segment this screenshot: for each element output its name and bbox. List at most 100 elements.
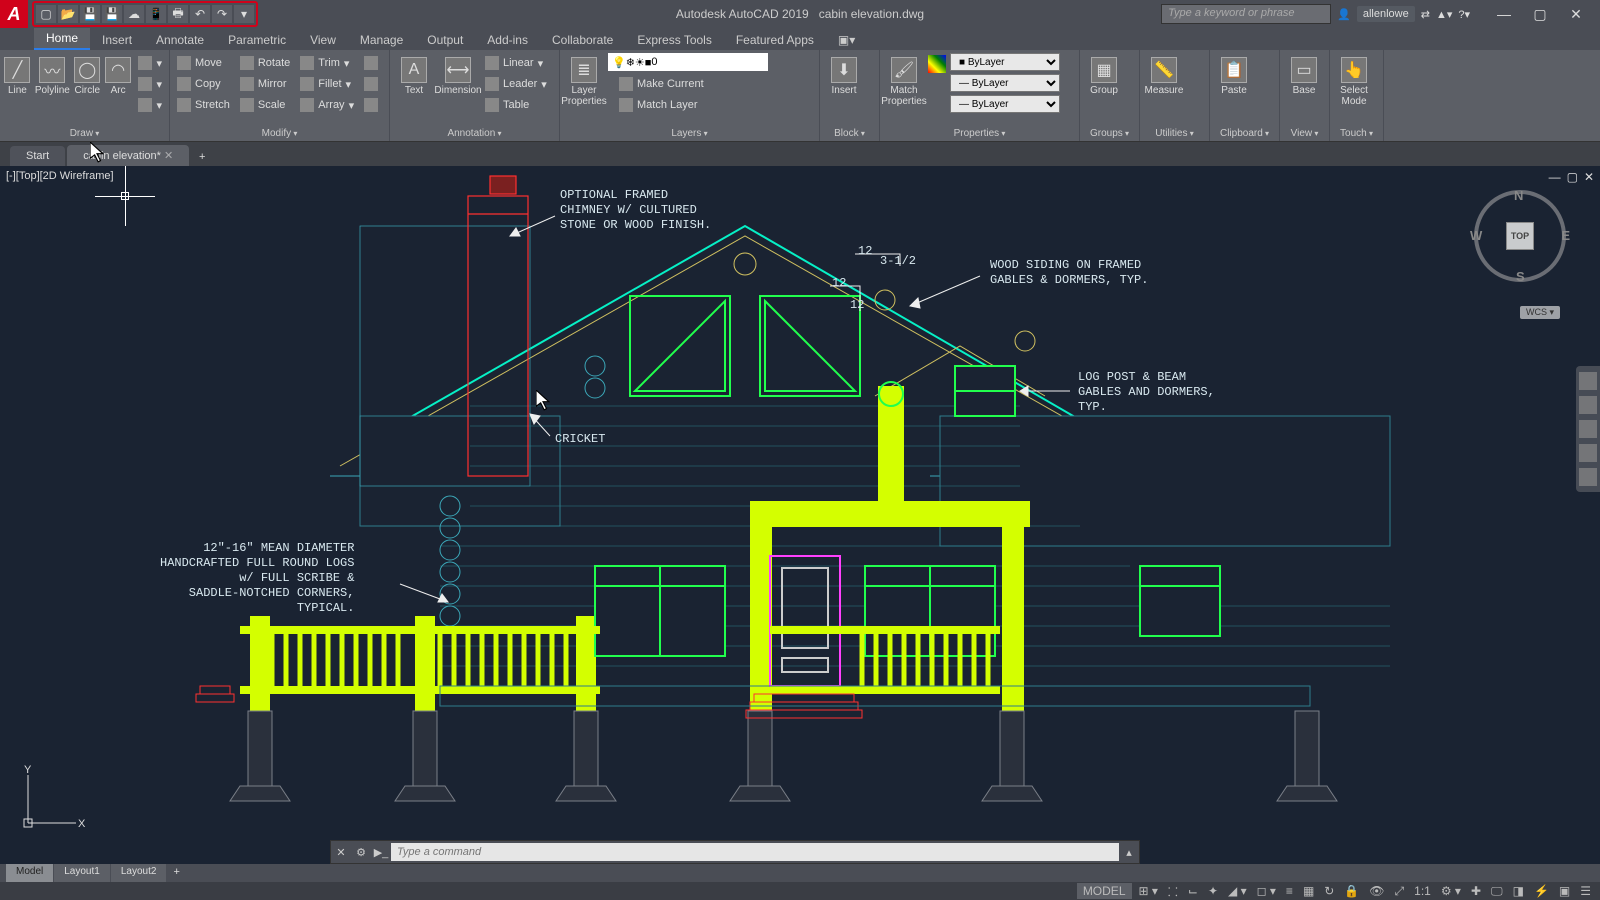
tab-layout1[interactable]: Layout1 [54,864,110,882]
steering-wheel-icon[interactable] [1579,372,1597,390]
search-input[interactable]: Type a keyword or phrase [1161,4,1331,24]
leader-button[interactable]: Leader▾ [482,74,550,94]
web-icon[interactable]: ☁ [124,5,144,23]
scale-label[interactable]: 1:1 [1411,884,1434,898]
ellipse-button[interactable]: ▾ [135,74,165,94]
make-current-button[interactable]: Make Current [616,74,707,94]
exchange-icon[interactable]: ⇄ [1421,8,1430,21]
rectangle-button[interactable]: ▾ [135,53,165,73]
viewcube-e[interactable]: E [1561,228,1570,243]
auto-icon[interactable]: ⤢ [1392,884,1408,899]
cmd-up-icon[interactable]: ▴ [1119,846,1139,859]
tab-manage[interactable]: Manage [348,30,415,50]
showmotion-icon[interactable] [1579,468,1597,486]
new-tab-button[interactable]: + [191,148,213,166]
trim-button[interactable]: Trim▾ [297,53,357,73]
apps-icon[interactable]: ▲▾ [1436,8,1452,21]
snap-icon[interactable]: ⸬ [1165,883,1181,900]
tab-addins[interactable]: Add-ins [475,30,540,50]
cycling-icon[interactable]: ↻ [1321,884,1337,898]
hwacc-icon[interactable]: ⚡ [1531,884,1552,898]
command-input[interactable] [391,843,1119,861]
mirror-button[interactable]: Mirror [237,74,293,94]
close-tab-icon[interactable]: ✕ [164,150,173,162]
match-layer-button[interactable]: Match Layer [616,95,701,115]
panel-layers[interactable]: Layers [564,126,815,141]
command-line[interactable]: ✕ ⚙ ▶_ ▴ [330,840,1140,864]
match-props-button[interactable]: 🖌Match Properties [884,53,924,107]
plus-icon[interactable]: ✚ [1468,884,1484,898]
gear-icon[interactable]: ⚙ ▾ [1438,884,1464,898]
mobile-icon[interactable]: 📱 [146,5,166,23]
panel-touch[interactable]: Touch [1334,126,1379,141]
lineweight-icon[interactable]: ≡ [1283,884,1296,898]
viewcube-n[interactable]: N [1514,188,1523,203]
select-mode-button[interactable]: 👆Select Mode [1334,53,1374,107]
viewcube-s[interactable]: S [1516,269,1525,284]
clean-icon[interactable]: ▣ [1556,884,1573,898]
panel-draw[interactable]: Draw [4,126,165,141]
explode-button[interactable] [361,74,381,94]
viewcube-w[interactable]: W [1470,228,1482,243]
tab-parametric[interactable]: Parametric [216,30,298,50]
polyline-button[interactable]: 〰Polyline [35,53,70,96]
wcs-selector[interactable]: WCS ▾ [1520,306,1560,319]
hatch-button[interactable]: ▾ [135,95,165,115]
cmd-options-icon[interactable]: ⚙ [351,846,371,859]
layer-props-button[interactable]: ≣Layer Properties [564,53,604,107]
circle-button[interactable]: ◯Circle [74,53,101,96]
tab-insert[interactable]: Insert [90,30,144,50]
table-button[interactable]: Table [482,95,550,115]
ortho-icon[interactable]: ⌙ [1185,884,1201,898]
tab-annotate[interactable]: Annotate [144,30,216,50]
help-icon[interactable]: ?▾ [1458,8,1470,21]
copy-button[interactable]: Copy [174,74,233,94]
line-button[interactable]: ╱Line [4,53,31,96]
erase-button[interactable] [361,53,381,73]
grid-icon[interactable]: ⊞ ▾ [1136,884,1161,898]
signin-icon[interactable]: 👤 [1337,8,1351,21]
tab-collaborate[interactable]: Collaborate [540,30,625,50]
offset-button[interactable] [361,95,381,115]
cmd-close-icon[interactable]: ✕ [331,846,351,859]
measure-button[interactable]: 📏Measure [1144,53,1184,96]
insert-button[interactable]: ⬇Insert [824,53,864,96]
tab-view[interactable]: View [298,30,348,50]
panel-groups[interactable]: Groups [1084,126,1135,141]
isodraft-icon[interactable]: ◢ ▾ [1225,884,1250,898]
annoscale-icon[interactable]: 🔒 [1341,884,1362,898]
orbit-icon[interactable] [1579,444,1597,462]
transparency-icon[interactable]: ▦ [1300,884,1317,898]
tab-start[interactable]: Start [10,146,65,166]
add-layout-button[interactable]: + [167,864,185,882]
status-model[interactable]: MODEL [1077,883,1132,899]
stretch-button[interactable]: Stretch [174,95,233,115]
tab-home[interactable]: Home [34,28,90,50]
minimize-button[interactable]: — [1486,2,1522,26]
tab-layout2[interactable]: Layout2 [111,864,167,882]
drawing-canvas[interactable]: [-][Top][2D Wireframe] — ▢ ✕ [0,166,1600,864]
panel-utilities[interactable]: Utilities [1144,126,1205,141]
tab-model[interactable]: Model [6,864,53,882]
redo-icon[interactable]: ↷ [212,5,232,23]
undo-icon[interactable]: ↶ [190,5,210,23]
group-button[interactable]: ▦Group [1084,53,1124,96]
qat-dropdown-icon[interactable]: ▾ [234,5,254,23]
dimension-button[interactable]: ⟷Dimension [438,53,478,96]
rotate-button[interactable]: Rotate [237,53,293,73]
move-button[interactable]: Move [174,53,233,73]
base-button[interactable]: ▭Base [1284,53,1324,96]
app-logo[interactable]: A [0,0,28,28]
ribbon-min-icon[interactable]: ▣▾ [826,30,867,50]
panel-block[interactable]: Block [824,126,875,141]
viewcube[interactable]: TOP N E S W [1470,186,1570,286]
close-button[interactable]: ✕ [1558,2,1594,26]
panel-properties[interactable]: Properties [884,126,1075,141]
save-icon[interactable]: 💾 [80,5,100,23]
fillet-button[interactable]: Fillet▾ [297,74,357,94]
saveas-icon[interactable]: 💾 [102,5,122,23]
linetype-selector[interactable]: — ByLayer [950,95,1060,113]
tab-featured-apps[interactable]: Featured Apps [724,30,826,50]
arc-button[interactable]: ◠Arc [105,53,132,96]
custom-icon[interactable]: ☰ [1577,884,1594,898]
